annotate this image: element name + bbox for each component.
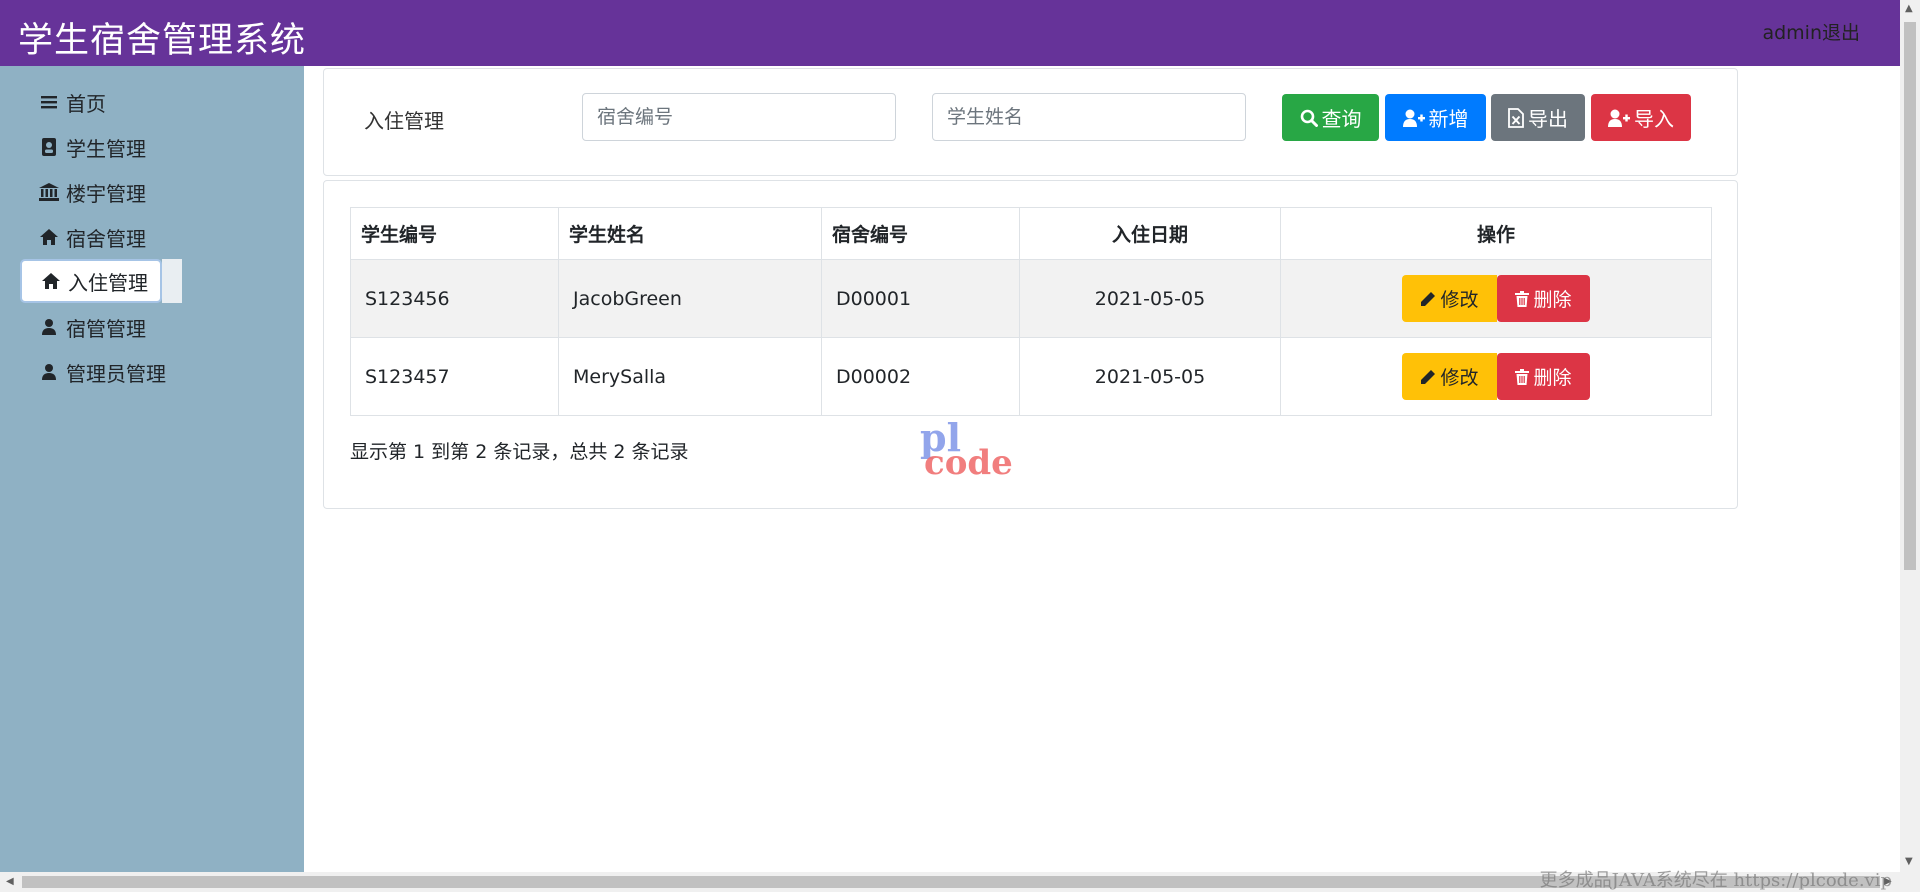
query-button-label: 查询 [1321, 107, 1362, 131]
logout-link[interactable]: admin退出 [1762, 18, 1860, 45]
cell-student-id: S123457 [350, 337, 559, 416]
query-button[interactable]: 查询 [1282, 94, 1379, 141]
building-icon [38, 181, 60, 203]
sidebar-item-managers[interactable]: 宿管管理 [20, 305, 146, 349]
footer-watermark: 更多成品JAVA系统尽在 https://plcode.vip [1539, 870, 1892, 891]
column-header-student-name[interactable]: 学生姓名 [558, 207, 822, 260]
records-panel: 学生编号 学生姓名 宿舍编号 入住日期 操作 S123456 JacobGree… [323, 180, 1738, 509]
export-button[interactable]: 导出 [1491, 94, 1585, 141]
sidebar-item-label: 入住管理 [68, 270, 148, 295]
cell-dorm-id: D00002 [821, 337, 1020, 416]
delete-button-label: 删除 [1533, 289, 1572, 311]
edit-button-label: 修改 [1440, 367, 1479, 389]
edit-button-label: 修改 [1440, 289, 1479, 311]
sidebar-item-admins[interactable]: 管理员管理 [20, 350, 166, 394]
vertical-scroll-thumb[interactable] [1904, 22, 1916, 570]
export-button-label: 导出 [1528, 107, 1568, 131]
sidebar-item-label: 学生管理 [66, 136, 146, 161]
cell-date: 2021-05-05 [1019, 259, 1281, 338]
sidebar-item-dorms[interactable]: 宿舍管理 [20, 215, 146, 259]
app-title: 学生宿舍管理系统 [18, 21, 307, 61]
add-button[interactable]: 新增 [1385, 94, 1486, 141]
plcode-logo: pl code [920, 420, 1013, 480]
cell-actions: 修改 删除 [1280, 259, 1712, 338]
student-name-input[interactable] [932, 93, 1246, 141]
cell-student-name: MerySalla [558, 337, 822, 416]
user-plus-icon [1608, 109, 1630, 127]
svg-text:code: code [924, 443, 1013, 480]
user-icon [38, 361, 60, 383]
column-header-student-id[interactable]: 学生编号 [350, 207, 559, 260]
scroll-left-arrow-icon[interactable]: ◀ [6, 876, 14, 887]
checkin-table: 学生编号 学生姓名 宿舍编号 入住日期 操作 S123456 JacobGree… [350, 207, 1712, 416]
file-excel-icon [1508, 107, 1524, 128]
column-header-dorm-id[interactable]: 宿舍编号 [821, 207, 1020, 260]
add-button-label: 新增 [1428, 107, 1469, 131]
sidebar-item-label: 楼宇管理 [66, 181, 146, 206]
table-row: S123457 MerySalla D00002 2021-05-05 修改 删… [350, 337, 1712, 416]
sidebar-item-label: 宿舍管理 [66, 226, 146, 251]
page-title: 入住管理 [364, 109, 444, 133]
sidebar-item-students[interactable]: 学生管理 [20, 125, 146, 169]
user-plus-icon [1402, 109, 1425, 127]
scroll-up-arrow-icon[interactable]: ▲ [1905, 3, 1913, 14]
sidebar-item-buildings[interactable]: 楼宇管理 [20, 170, 146, 214]
cell-student-name: JacobGreen [558, 259, 822, 338]
edit-button[interactable]: 修改 [1402, 353, 1497, 400]
import-button[interactable]: 导入 [1591, 94, 1691, 141]
cell-dorm-id: D00001 [821, 259, 1020, 338]
bars-icon [38, 91, 60, 113]
top-header: 学生宿舍管理系统 admin退出 [0, 0, 1900, 66]
edit-button[interactable]: 修改 [1402, 275, 1497, 322]
import-button-label: 导入 [1634, 107, 1674, 131]
column-header-date[interactable]: 入住日期 [1019, 207, 1281, 260]
search-panel: 入住管理 查询 新增 导出 导入 [323, 68, 1738, 176]
id-card-icon [38, 136, 60, 158]
scroll-down-arrow-icon[interactable]: ▼ [1905, 856, 1913, 867]
table-row: S123456 JacobGreen D00001 2021-05-05 修改 … [350, 259, 1712, 338]
pagination-summary: 显示第 1 到第 2 条记录，总共 2 条记录 [350, 441, 689, 463]
user-icon [38, 316, 60, 338]
sidebar-item-label: 首页 [66, 91, 106, 116]
home-icon [38, 226, 60, 248]
cell-student-id: S123456 [350, 259, 559, 338]
cell-actions: 修改 删除 [1280, 337, 1712, 416]
sidebar: 首页 学生管理 楼宇管理 宿舍管理 入住管理 宿管管理 管理员管理 [0, 66, 304, 872]
pencil-icon [1421, 291, 1436, 306]
trash-icon [1515, 290, 1530, 307]
sidebar-item-checkin[interactable]: 入住管理 [20, 259, 182, 303]
vertical-scrollbar[interactable]: ▲ ▼ [1900, 0, 1920, 872]
trash-icon [1515, 368, 1530, 385]
search-icon [1300, 109, 1318, 127]
home-icon [40, 270, 62, 292]
sidebar-item-home[interactable]: 首页 [20, 80, 106, 124]
dorm-id-input[interactable] [582, 93, 896, 141]
delete-button-label: 删除 [1533, 367, 1572, 389]
delete-button[interactable]: 删除 [1497, 353, 1590, 400]
delete-button[interactable]: 删除 [1497, 275, 1590, 322]
table-header-row: 学生编号 学生姓名 宿舍编号 入住日期 操作 [350, 207, 1712, 260]
column-header-actions: 操作 [1280, 207, 1712, 260]
sidebar-item-label: 宿管管理 [66, 316, 146, 341]
pencil-icon [1421, 369, 1436, 384]
cell-date: 2021-05-05 [1019, 337, 1281, 416]
sidebar-item-label: 管理员管理 [66, 361, 166, 386]
